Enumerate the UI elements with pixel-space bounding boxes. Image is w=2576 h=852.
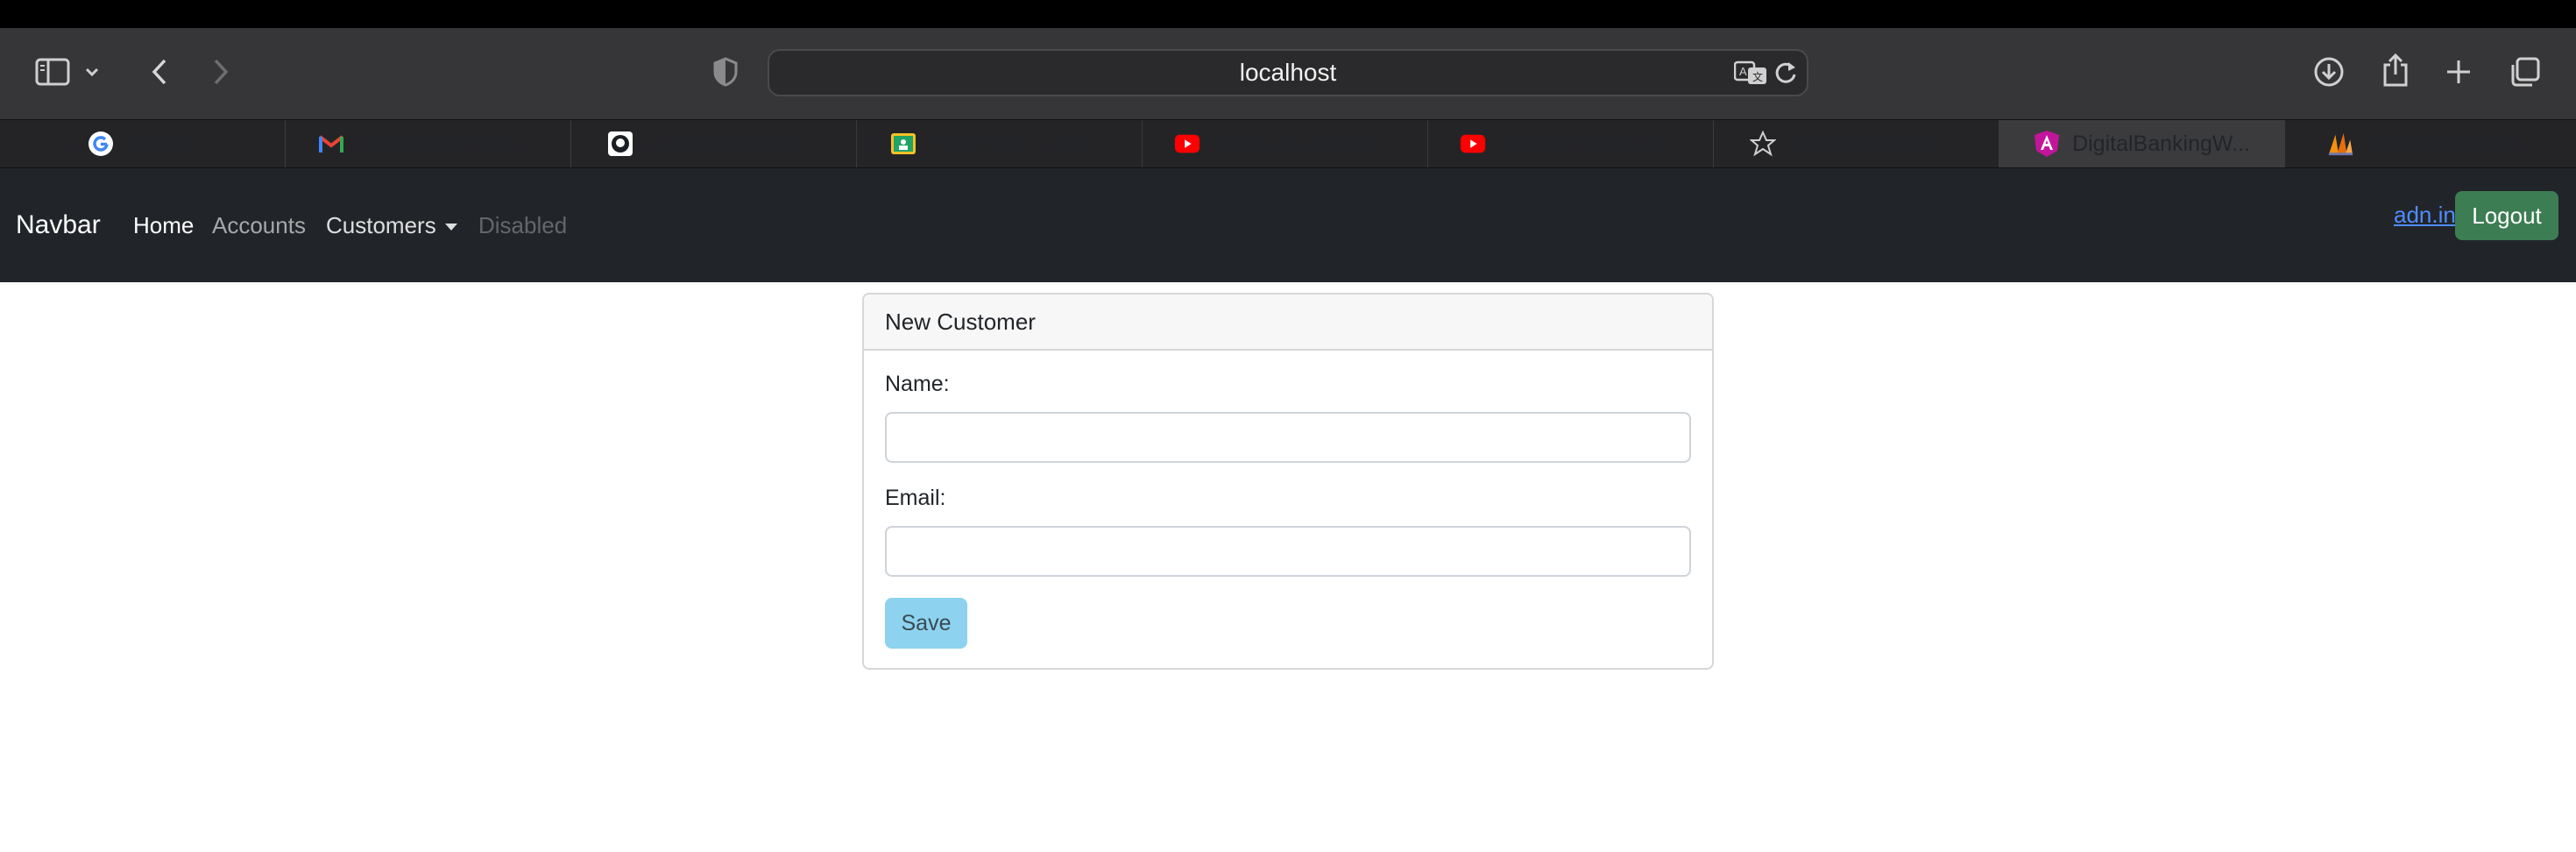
- nav-home-link[interactable]: Home: [133, 212, 194, 239]
- email-input[interactable]: [885, 526, 1691, 577]
- tab-overview-icon[interactable]: [2504, 51, 2546, 93]
- forward-icon[interactable]: [200, 51, 242, 93]
- angular-icon: [2034, 131, 2060, 157]
- privacy-shield-icon[interactable]: [704, 51, 747, 93]
- chevron-down-icon[interactable]: [79, 51, 105, 93]
- tab-label: Google: [126, 131, 197, 156]
- user-link[interactable]: adn.in: [2394, 202, 2456, 229]
- youtube-icon: [1174, 131, 1200, 157]
- new-customer-card: New Customer Name: Email: Save: [862, 293, 1714, 670]
- classroom-icon: [890, 131, 916, 157]
- name-input[interactable]: [885, 412, 1691, 463]
- sidebar-toggle-icon[interactable]: [32, 51, 74, 93]
- youtube-icon: [1460, 131, 1486, 157]
- tab-label: Bases de Angula...: [1213, 131, 1396, 156]
- phpmyadmin-icon: [2327, 131, 2353, 157]
- tab-label: Projet JEE - Spri...: [928, 131, 1109, 156]
- tab-label: DigitalBankingW...: [2072, 131, 2250, 156]
- tab-google[interactable]: Google: [0, 120, 286, 167]
- navbar-brand[interactable]: Navbar: [16, 210, 101, 240]
- tab-label: localhost / local...: [2366, 131, 2534, 156]
- svg-text:文: 文: [1752, 70, 1763, 83]
- email-label: Email:: [885, 486, 946, 510]
- browser-toolbar: localhost A文: [0, 28, 2576, 119]
- address-bar[interactable]: localhost A文: [768, 49, 1808, 96]
- tab-phpmyadmin[interactable]: localhost / local...: [2285, 120, 2576, 167]
- nav-customers-dropdown[interactable]: Customers: [326, 212, 457, 239]
- nav-customers-label: Customers: [326, 212, 436, 238]
- card-title: New Customer: [864, 295, 1712, 351]
- app-navbar: Navbar Home Accounts Customers Disabled …: [0, 168, 2576, 282]
- tab-youtube-angular[interactable]: Bases de Angula...: [1143, 120, 1428, 167]
- tab-youtube-secure[interactable]: How to Secure S...: [1428, 120, 1714, 167]
- google-icon: [88, 131, 114, 157]
- new-tab-icon[interactable]: [2438, 51, 2480, 93]
- back-icon[interactable]: [138, 51, 180, 93]
- tab-gmail[interactable]: Verify your Team...: [286, 120, 571, 167]
- url-text: localhost: [1239, 59, 1337, 86]
- share-icon[interactable]: [2374, 49, 2417, 91]
- name-label: Name:: [885, 372, 950, 396]
- github-icon: [607, 131, 633, 157]
- reload-icon[interactable]: [1765, 52, 1807, 94]
- menu-bar-strip: [0, 0, 2576, 28]
- tab-bar: Google Verify your Team... Larsou/backen…: [0, 119, 2576, 168]
- tab-digitalbanking[interactable]: DigitalBankingW...: [1999, 120, 2285, 167]
- star-icon: [1750, 131, 1777, 157]
- tab-start-page[interactable]: Page de démarr...: [1714, 120, 1999, 167]
- caret-down-icon: [444, 224, 457, 231]
- tab-classroom[interactable]: Projet JEE - Spri...: [857, 120, 1143, 167]
- tab-label: How to Secure S...: [1498, 131, 1681, 156]
- nav-accounts-link[interactable]: Accounts: [212, 212, 306, 239]
- tab-label: Page de démarr...: [1788, 131, 1963, 156]
- downloads-icon[interactable]: [2308, 51, 2350, 93]
- save-button[interactable]: Save: [885, 598, 967, 649]
- nav-disabled-link: Disabled: [478, 212, 568, 238]
- logout-button[interactable]: Logout: [2455, 191, 2558, 240]
- tab-github[interactable]: Larsou/backend...: [571, 120, 857, 167]
- gmail-icon: [318, 131, 344, 157]
- tab-label: Larsou/backend...: [646, 131, 820, 156]
- svg-text:A: A: [1739, 65, 1747, 78]
- tab-label: Verify your Team...: [357, 131, 538, 156]
